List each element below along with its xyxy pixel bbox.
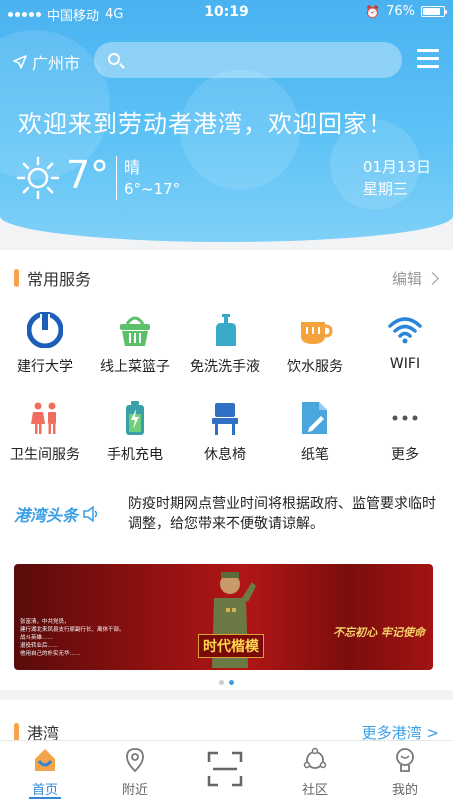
chevron-right-icon <box>426 272 439 285</box>
speaker-icon <box>83 506 98 522</box>
service-label: WIFI <box>389 356 421 372</box>
banner-line: 退役转业后…… <box>20 643 59 649</box>
service-label: 休息椅 <box>204 447 246 463</box>
banner-line: 战斗英雄…… <box>20 635 54 641</box>
location-selector[interactable]: 广州市 <box>12 50 80 74</box>
navigation-arrow-icon <box>13 55 27 69</box>
location-label: 广州市 <box>32 54 81 73</box>
status-bar: 中国移动 4G 10:19 ⏰ 76% <box>0 0 453 26</box>
service-more[interactable]: 更多 <box>360 400 450 472</box>
services-title: 常用服务 <box>27 270 92 289</box>
service-ccb-university[interactable]: 建行大学 <box>0 312 90 384</box>
scan-icon <box>207 751 243 787</box>
welcome-text: 欢迎来到劳动者港湾，欢迎回家！ <box>18 110 393 138</box>
battery-percent: 76% <box>386 4 415 19</box>
sun-icon <box>16 156 60 200</box>
profile-icon <box>396 748 414 772</box>
temperature-range: 6°~17° <box>124 180 181 198</box>
harbor-section: 港湾 更多港湾 > <box>0 700 453 743</box>
service-label: 建行大学 <box>17 359 73 375</box>
tab-label: 首页 <box>31 783 58 798</box>
location-pin-icon <box>126 748 144 773</box>
tab-home[interactable]: 首页 <box>0 741 90 803</box>
cup-icon <box>301 322 333 344</box>
banner-text: 张富清，中共党员， 建行湖北来凤县支行原副行长、离休干部。 战斗英雄…… 退役转… <box>20 618 130 658</box>
service-hand-sanitizer[interactable]: 免洗洗手液 <box>180 312 270 384</box>
service-label: 饮水服务 <box>287 359 343 375</box>
tab-label: 社区 <box>301 783 328 798</box>
chair-icon <box>212 403 238 435</box>
header-banner: 中国移动 4G 10:19 ⏰ 76% 广州市 欢迎来到劳动者港湾，欢迎回家！ <box>0 0 453 242</box>
notice-brand-label: 港湾头条 <box>14 506 79 525</box>
wifi-icon <box>388 317 422 344</box>
menu-button[interactable] <box>417 49 439 69</box>
service-label: 卫生间服务 <box>10 447 80 463</box>
date: 01月13日 <box>362 158 431 176</box>
alarm-icon: ⏰ <box>365 4 381 19</box>
ccb-logo-icon <box>27 312 63 348</box>
basket-icon <box>120 316 150 346</box>
service-label: 更多 <box>391 447 419 463</box>
edit-label: 编辑 <box>391 270 422 288</box>
battery-charge-icon <box>126 401 144 435</box>
promo-banner[interactable]: 张富清，中共党员， 建行湖北来凤县支行原副行长、离休干部。 战斗英雄…… 退役转… <box>14 564 433 670</box>
bottom-tab-bar: 首页 附近 社区 我的 <box>0 740 453 803</box>
sanitizer-icon <box>216 314 236 346</box>
tab-label: 附近 <box>121 783 148 798</box>
tab-community[interactable]: 社区 <box>270 741 360 803</box>
top-bar: 广州市 <box>0 40 453 80</box>
service-label: 纸笔 <box>301 447 329 463</box>
service-rest-chair[interactable]: 休息椅 <box>180 400 270 472</box>
community-icon <box>303 747 327 769</box>
restroom-icon <box>31 402 56 434</box>
battery-icon <box>421 6 447 17</box>
banner-slogan: 不忘初心 牢记使命 <box>333 626 425 639</box>
home-icon <box>35 749 55 771</box>
paper-pen-icon <box>302 402 327 434</box>
service-online-basket[interactable]: 线上菜篮子 <box>90 312 180 384</box>
service-paper-pen[interactable]: 纸笔 <box>270 400 360 472</box>
search-input[interactable] <box>94 42 402 78</box>
more-icon <box>392 415 418 421</box>
tab-label: 我的 <box>391 783 418 798</box>
services-section: 常用服务 编辑 建行大学 线上菜篮子 免洗洗手液 饮水服务 WIFI 卫生间服务… <box>0 250 453 690</box>
active-indicator <box>29 797 61 799</box>
banner-badge: 时代楷模 <box>198 634 264 658</box>
service-wifi[interactable]: WIFI <box>360 312 450 384</box>
temperature: 7° <box>66 153 110 197</box>
service-restroom[interactable]: 卫生间服务 <box>0 400 90 472</box>
tab-scan[interactable] <box>180 741 270 803</box>
weather-condition: 晴 <box>124 158 141 177</box>
tab-nearby[interactable]: 附近 <box>90 741 180 803</box>
title-accent-bar <box>14 723 19 741</box>
banner-line: 他用自己的朴实无华…… <box>20 651 81 657</box>
date-widget: 01月13日 星期三 <box>363 156 431 200</box>
notice-text: 防疫时期网点营业时间将根据政府、监管要求临时调整，给您带来不便敬请谅解。 <box>128 496 436 532</box>
section-title: 常用服务 <box>14 266 91 290</box>
title-accent-bar <box>14 269 19 287</box>
notice-brand: 港湾头条 <box>14 502 100 526</box>
service-drinking-water[interactable]: 饮水服务 <box>270 312 360 384</box>
banner-line: 建行湖北来凤县支行原副行长、离休干部。 <box>20 627 125 633</box>
weekday: 星期三 <box>362 180 408 198</box>
pager-dot-active[interactable] <box>229 680 234 685</box>
divider <box>116 156 117 200</box>
service-label: 线上菜篮子 <box>100 359 170 375</box>
edit-button[interactable]: 编辑 <box>391 268 439 289</box>
tab-profile[interactable]: 我的 <box>360 741 450 803</box>
service-phone-charging[interactable]: 手机充电 <box>90 400 180 472</box>
service-label: 免洗洗手液 <box>190 359 260 375</box>
pager-dot[interactable] <box>219 680 224 685</box>
search-icon <box>108 53 120 65</box>
banner-pager <box>0 680 453 685</box>
headline-notice[interactable]: 港湾头条 防疫时期网点营业时间将根据政府、监管要求临时调整，给您带来不便敬请谅解… <box>0 486 453 546</box>
banner-line: 张富清，中共党员， <box>20 619 70 625</box>
service-label: 手机充电 <box>107 447 163 463</box>
